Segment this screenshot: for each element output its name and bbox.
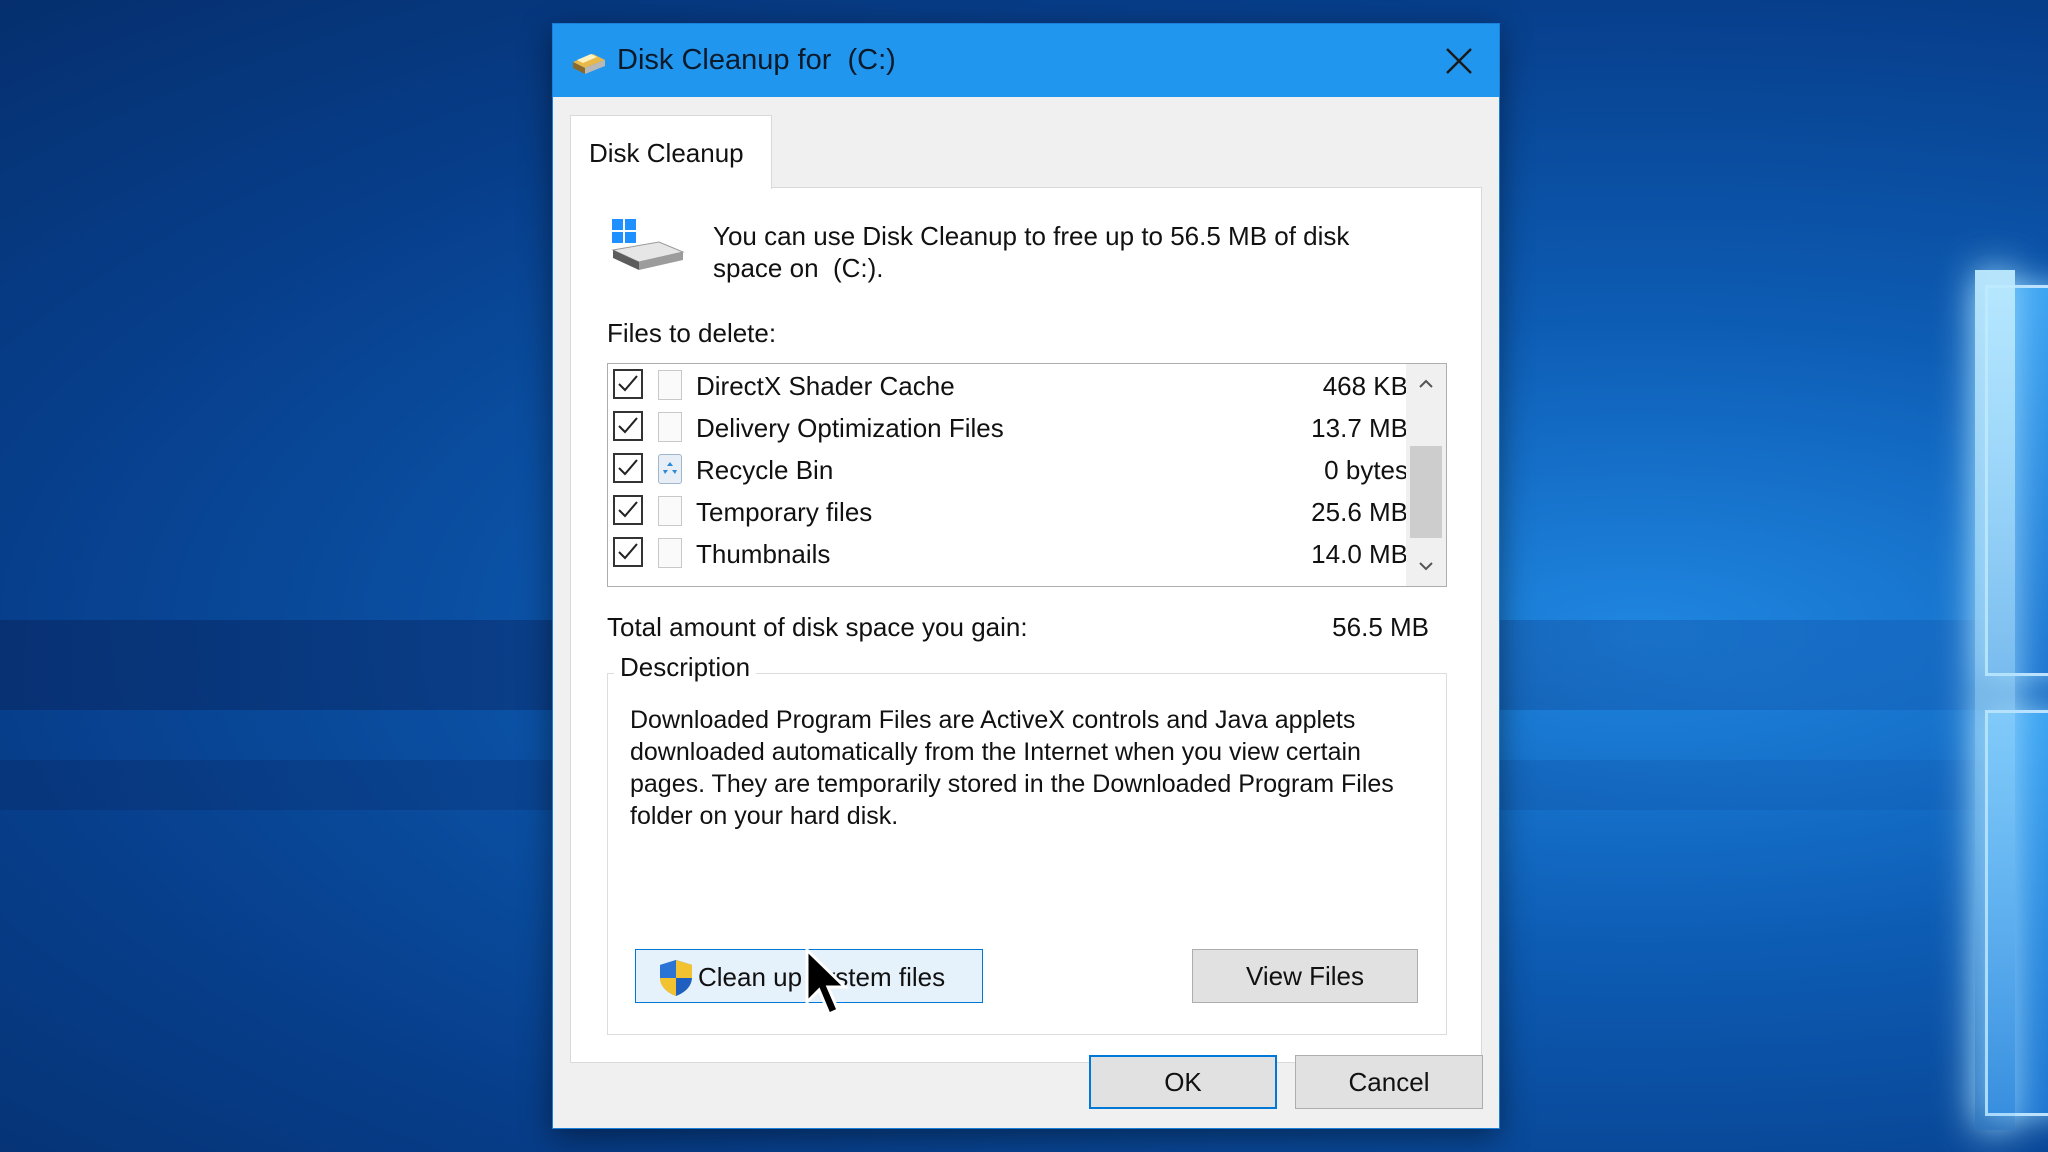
checkmark-icon <box>618 417 638 434</box>
total-space-value: 56.5 MB <box>1332 612 1429 642</box>
description-text: Downloaded Program Files are ActiveX con… <box>630 706 1394 830</box>
file-size: 468 KB <box>1322 371 1408 401</box>
file-name: Temporary files <box>696 497 873 527</box>
recycle-bin-icon <box>658 454 682 484</box>
chevron-down-icon <box>1419 562 1433 571</box>
file-icon <box>658 496 682 526</box>
checkmark-icon <box>618 459 638 476</box>
tab-panel: You can use Disk Cleanup to free up to 5… <box>570 187 1482 1063</box>
close-icon <box>1446 47 1472 74</box>
list-item[interactable]: Delivery Optimization Files 13.7 MB <box>608 406 1408 448</box>
tab-disk-cleanup[interactable]: Disk Cleanup <box>570 115 772 189</box>
file-icon <box>658 412 682 442</box>
scroll-thumb[interactable] <box>1410 446 1442 538</box>
list-item[interactable]: DirectX Shader Cache 468 KB <box>608 364 1408 406</box>
cancel-button[interactable]: Cancel <box>1295 1055 1483 1109</box>
files-to-delete-label: Files to delete: <box>607 318 777 348</box>
checkmark-icon <box>618 501 638 518</box>
description-group: Description Downloaded Program Files are… <box>607 652 1447 1035</box>
disk-cleanup-dialog: Disk Cleanup for (C:) Disk Cleanup You c… <box>552 23 1500 1129</box>
scroll-down-button[interactable] <box>1406 546 1446 586</box>
checkmark-icon <box>618 543 638 560</box>
file-size: 25.6 MB <box>1311 497 1408 527</box>
windows-logo-light <box>1975 270 2015 1130</box>
file-name: Recycle Bin <box>696 455 834 485</box>
list-item[interactable]: Recycle Bin 0 bytes <box>608 448 1408 490</box>
hard-drive-icon <box>611 219 685 270</box>
file-size: 13.7 MB <box>1311 413 1408 443</box>
close-button[interactable] <box>1419 24 1499 97</box>
vertical-scrollbar[interactable] <box>1406 364 1446 586</box>
file-size: 14.0 MB <box>1311 539 1408 569</box>
checkbox[interactable] <box>613 495 643 525</box>
view-files-button[interactable]: View Files <box>1192 949 1418 1003</box>
chevron-up-icon <box>1419 379 1433 388</box>
intro-text: You can use Disk Cleanup to free up to 5… <box>713 221 1350 283</box>
files-list[interactable]: DirectX Shader Cache 468 KB Delivery Opt… <box>607 363 1447 587</box>
checkbox[interactable] <box>613 369 643 399</box>
checkbox[interactable] <box>613 411 643 441</box>
total-space-label: Total amount of disk space you gain: <box>607 612 1028 642</box>
tab-label: Disk Cleanup <box>589 138 744 168</box>
checkbox[interactable] <box>613 453 643 483</box>
list-item[interactable]: Thumbnails 14.0 MB <box>608 532 1408 574</box>
mouse-cursor-icon <box>805 948 849 1016</box>
file-icon <box>658 370 682 400</box>
file-size: 0 bytes <box>1324 455 1408 485</box>
ok-button[interactable]: OK <box>1089 1055 1277 1109</box>
title-bar[interactable]: Disk Cleanup for (C:) <box>553 24 1499 97</box>
uac-shield-icon <box>660 960 692 996</box>
scroll-up-button[interactable] <box>1406 364 1446 404</box>
file-name: Thumbnails <box>696 539 831 569</box>
file-name: Delivery Optimization Files <box>696 413 1004 443</box>
list-item[interactable]: Temporary files 25.6 MB <box>608 490 1408 532</box>
file-icon <box>658 538 682 568</box>
disk-cleanup-icon <box>573 54 605 74</box>
file-name: DirectX Shader Cache <box>696 371 955 401</box>
checkbox[interactable] <box>613 537 643 567</box>
window-title: Disk Cleanup for (C:) <box>617 44 896 76</box>
description-legend: Description <box>614 652 757 683</box>
checkmark-icon <box>618 375 638 392</box>
